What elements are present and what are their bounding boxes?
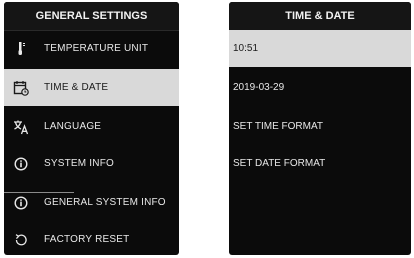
menu-item-label: TEMPERATURE UNIT xyxy=(44,43,149,54)
time-value-item[interactable]: 10:51 xyxy=(229,30,411,67)
set-date-format-label: SET DATE FORMAT xyxy=(233,158,326,169)
menu-item-label: GENERAL SYSTEM INFO xyxy=(44,197,166,208)
info-icon xyxy=(10,155,32,173)
menu-item-label: LANGUAGE xyxy=(44,121,102,132)
set-time-format-item[interactable]: SET TIME FORMAT xyxy=(229,108,411,145)
date-value-item[interactable]: 2019-03-29 xyxy=(229,69,411,106)
info-icon xyxy=(10,194,32,212)
menu-item-label: TIME & DATE xyxy=(44,82,109,93)
menu-item-system-info[interactable]: SYSTEM INFO xyxy=(4,145,179,182)
set-time-format-label: SET TIME FORMAT xyxy=(233,121,324,132)
translate-icon xyxy=(10,118,32,136)
reset-icon xyxy=(10,231,32,249)
menu-item-factory-reset[interactable]: FACTORY RESET xyxy=(4,221,179,255)
menu-item-label: SYSTEM INFO xyxy=(44,158,114,169)
general-settings-title: GENERAL SETTINGS xyxy=(4,2,179,31)
general-settings-panel: GENERAL SETTINGS TEMPERATURE UNIT TIME &… xyxy=(4,2,179,255)
menu-item-time-date[interactable]: TIME & DATE xyxy=(4,69,179,106)
menu-item-label: FACTORY RESET xyxy=(44,234,130,245)
menu-item-language[interactable]: LANGUAGE xyxy=(4,108,179,145)
set-date-format-item[interactable]: SET DATE FORMAT xyxy=(229,145,411,182)
date-value: 2019-03-29 xyxy=(233,82,285,93)
calendar-clock-icon xyxy=(10,79,32,97)
time-date-panel: TIME & DATE 10:51 2019-03-29 SET TIME FO… xyxy=(229,2,411,255)
time-value: 10:51 xyxy=(233,43,259,54)
thermometer-icon xyxy=(10,40,32,58)
menu-item-temperature-unit[interactable]: TEMPERATURE UNIT xyxy=(4,30,179,67)
time-date-title: TIME & DATE xyxy=(229,2,411,31)
menu-item-general-system-info[interactable]: GENERAL SYSTEM INFO xyxy=(4,184,179,221)
